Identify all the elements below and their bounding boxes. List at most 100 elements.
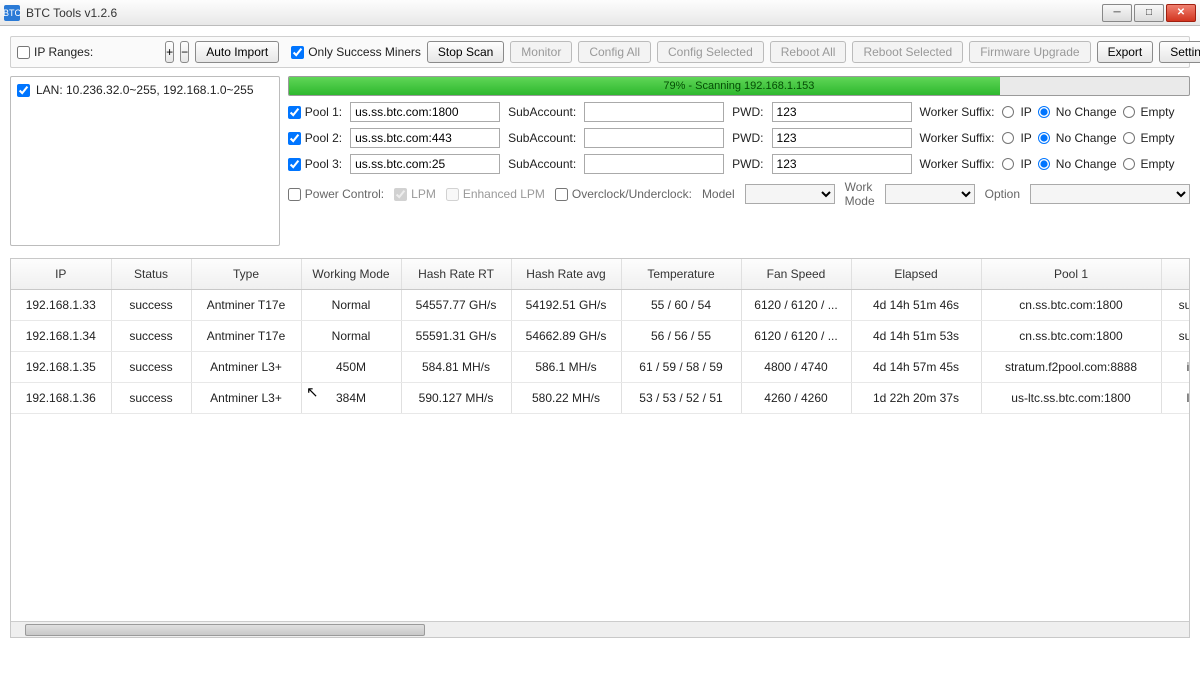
cell-type: Antminer L3+	[191, 383, 301, 414]
maximize-button[interactable]: □	[1134, 4, 1164, 22]
cell-status: success	[111, 290, 191, 321]
cell-pool1: cn.ss.btc.com:1800	[981, 290, 1161, 321]
cell-fan: 6120 / 6120 / ...	[741, 321, 851, 352]
pool2-check[interactable]: Pool 2:	[288, 131, 342, 145]
settings-button[interactable]: Settings	[1159, 41, 1200, 63]
workmode-select[interactable]	[885, 184, 975, 204]
pool3-suffix-ip[interactable]	[1002, 158, 1014, 170]
col-hash-rt[interactable]: Hash Rate RT	[401, 259, 511, 290]
reboot-selected-button[interactable]: Reboot Selected	[852, 41, 963, 63]
stop-scan-button[interactable]: Stop Scan	[427, 41, 504, 63]
window-controls: ─ □ ✕	[1102, 4, 1196, 22]
cell-hash_rt: 584.81 MH/s	[401, 352, 511, 383]
pool3-pwd-input[interactable]	[772, 154, 912, 174]
pwd-label: PWD:	[732, 105, 763, 119]
col-status[interactable]: Status	[111, 259, 191, 290]
pool3-check[interactable]: Pool 3:	[288, 157, 342, 171]
monitor-button[interactable]: Monitor	[510, 41, 572, 63]
power-row: Power Control: LPM Enhanced LPM Overcloc…	[288, 180, 1190, 208]
list-item[interactable]: LAN: 10.236.32.0~255, 192.168.1.0~255	[17, 83, 273, 97]
pool1-check[interactable]: Pool 1:	[288, 105, 342, 119]
progress-label: 79% - Scanning 192.168.1.153	[289, 77, 1189, 95]
export-button[interactable]: Export	[1097, 41, 1154, 63]
pool2-pwd-input[interactable]	[772, 128, 912, 148]
cell-ip: 192.168.1.36	[11, 383, 111, 414]
cell-elapsed: 4d 14h 51m 46s	[851, 290, 981, 321]
pool1-pwd-input[interactable]	[772, 102, 912, 122]
enhanced-lpm-check: Enhanced LPM	[446, 187, 545, 201]
remove-range-button[interactable]: −	[180, 41, 189, 63]
pool2-suffix-empty[interactable]	[1123, 132, 1135, 144]
cell-status: success	[111, 321, 191, 352]
table-row[interactable]: 192.168.1.35successAntminer L3+450M584.8…	[11, 352, 1190, 383]
reboot-all-button[interactable]: Reboot All	[770, 41, 847, 63]
table-row[interactable]: 192.168.1.33successAntminer T17eNormal54…	[11, 290, 1190, 321]
overclock-check[interactable]: Overclock/Underclock:	[555, 187, 692, 201]
cell-ip: 192.168.1.33	[11, 290, 111, 321]
pool2-suffix-nochange[interactable]	[1038, 132, 1050, 144]
pool1-url-input[interactable]	[350, 102, 500, 122]
firmware-upgrade-button[interactable]: Firmware Upgrade	[969, 41, 1090, 63]
ip-ranges-check[interactable]: IP Ranges:	[17, 45, 93, 59]
horizontal-scrollbar[interactable]	[11, 621, 1189, 637]
add-range-button[interactable]: +	[165, 41, 174, 63]
model-label: Model	[702, 187, 735, 201]
pool1-suffix-ip[interactable]	[1002, 106, 1014, 118]
pool1-suffix-nochange[interactable]	[1038, 106, 1050, 118]
range-check[interactable]	[17, 84, 30, 97]
cell-hash_rt: 590.127 MH/s	[401, 383, 511, 414]
power-control-check[interactable]: Power Control:	[288, 187, 384, 201]
minimize-button[interactable]: ─	[1102, 4, 1132, 22]
table-row[interactable]: 192.168.1.34successAntminer T17eNormal55…	[11, 321, 1190, 352]
cell-pool1: cn.ss.btc.com:1800	[981, 321, 1161, 352]
cell-hash_avg: 54662.89 GH/s	[511, 321, 621, 352]
cell-fan: 4260 / 4260	[741, 383, 851, 414]
config-all-button[interactable]: Config All	[578, 41, 651, 63]
col-elapsed[interactable]: Elapsed	[851, 259, 981, 290]
cell-type: Antminer T17e	[191, 290, 301, 321]
table-header-row: IP Status Type Working Mode Hash Rate RT…	[11, 259, 1190, 290]
scrollbar-thumb[interactable]	[25, 624, 425, 636]
cell-temp: 55 / 60 / 54	[621, 290, 741, 321]
cell-status: success	[111, 352, 191, 383]
workmode-label: Work Mode	[845, 180, 875, 208]
app-icon: BTC	[4, 5, 20, 21]
pool1-suffix-empty[interactable]	[1123, 106, 1135, 118]
model-select[interactable]	[745, 184, 835, 204]
option-label: Option	[985, 187, 1020, 201]
cell-ip: 192.168.1.34	[11, 321, 111, 352]
table-row[interactable]: 192.168.1.36successAntminer L3+384M590.1…	[11, 383, 1190, 414]
auto-import-button[interactable]: Auto Import	[195, 41, 279, 63]
ip-ranges-list[interactable]: LAN: 10.236.32.0~255, 192.168.1.0~255	[10, 76, 280, 246]
col-worker1[interactable]: Worker 1	[1161, 259, 1190, 290]
only-success-check[interactable]: Only Success Miners	[291, 45, 421, 59]
col-working-mode[interactable]: Working Mode	[301, 259, 401, 290]
pool3-suffix-empty[interactable]	[1123, 158, 1135, 170]
main-toolbar: IP Ranges: + − Auto Import Only Success …	[10, 36, 1190, 68]
col-hash-avg[interactable]: Hash Rate avg	[511, 259, 621, 290]
pool3-sub-input[interactable]	[584, 154, 724, 174]
col-fan[interactable]: Fan Speed	[741, 259, 851, 290]
cursor-icon: ↖	[306, 383, 319, 401]
range-text: LAN: 10.236.32.0~255, 192.168.1.0~255	[36, 83, 254, 97]
col-type[interactable]: Type	[191, 259, 301, 290]
ip-ranges-label: IP Ranges:	[34, 45, 93, 59]
col-temp[interactable]: Temperature	[621, 259, 741, 290]
miners-table: IP Status Type Working Mode Hash Rate RT…	[11, 259, 1190, 414]
option-select[interactable]	[1030, 184, 1190, 204]
cell-temp: 53 / 53 / 52 / 51	[621, 383, 741, 414]
pool1-sub-input[interactable]	[584, 102, 724, 122]
cell-worker1: ivan1000.2	[1161, 352, 1190, 383]
col-ip[interactable]: IP	[11, 259, 111, 290]
col-pool1[interactable]: Pool 1	[981, 259, 1161, 290]
pool3-suffix-nochange[interactable]	[1038, 158, 1050, 170]
close-button[interactable]: ✕	[1166, 4, 1196, 22]
pool2-suffix-ip[interactable]	[1002, 132, 1014, 144]
pool2-sub-input[interactable]	[584, 128, 724, 148]
lpm-check: LPM	[394, 187, 436, 201]
pool2-url-input[interactable]	[350, 128, 500, 148]
config-selected-button[interactable]: Config Selected	[657, 41, 764, 63]
cell-worker1: subaccount00	[1161, 290, 1190, 321]
pool3-url-input[interactable]	[350, 154, 500, 174]
scan-progress: 79% - Scanning 192.168.1.153	[288, 76, 1190, 96]
